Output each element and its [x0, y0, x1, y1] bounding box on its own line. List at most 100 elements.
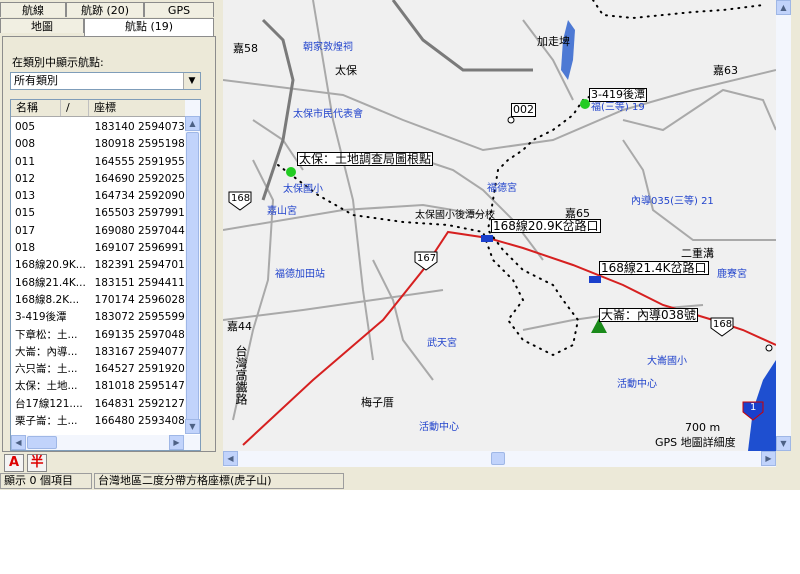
- column-header-name[interactable]: 名稱: [11, 100, 61, 116]
- list-item[interactable]: 015 165503 2597991: [11, 205, 187, 222]
- list-item[interactable]: 168線8.2K... 170174 2596028: [11, 292, 187, 309]
- waypoint-name: 168線21.4K...: [15, 276, 86, 289]
- waypoint-point[interactable]: [765, 344, 773, 352]
- waypoint-name: 013: [15, 190, 36, 203]
- waypoint-label[interactable]: 168線20.9K岔路口: [491, 219, 601, 233]
- waypoint-list[interactable]: 名稱 / 座標 005 183140 2594073 008 180918 25951…: [10, 99, 201, 451]
- left-panel: 航線 航跡 (20) GPS 地圖 航點 (19) 在類別中顯示航點: 所有類別…: [0, 0, 218, 472]
- map-horizontal-scrollbar[interactable]: ◀ ▶: [223, 451, 776, 467]
- waypoint-label[interactable]: 002: [511, 103, 536, 117]
- list-item[interactable]: 018 169107 2596991: [11, 240, 187, 257]
- tab-gps[interactable]: GPS: [144, 2, 214, 17]
- list-item[interactable]: 台17線121.... 164831 2592127: [11, 396, 187, 413]
- waypoint-name: 3-419後潭: [15, 311, 67, 324]
- poi-label: 太保市民代表會: [293, 109, 363, 120]
- list-item[interactable]: 008 180918 2595198: [11, 136, 187, 153]
- list-item[interactable]: 017 169080 2597044: [11, 223, 187, 240]
- status-item-count: 顯示 0 個項目: [0, 473, 92, 489]
- waypoint-name: 台17線121....: [15, 397, 83, 410]
- sort-indicator[interactable]: /: [61, 100, 89, 116]
- waypoint-marker-blue[interactable]: [481, 235, 493, 242]
- scroll-right-icon[interactable]: ▶: [761, 451, 776, 466]
- status-bar: 顯示 0 個項目 台灣地區二度分帶方格座標(虎子山): [0, 472, 800, 490]
- poi-label: 福德加田站: [275, 269, 325, 280]
- waypoint-coord: 180918 2595198: [94, 138, 185, 151]
- waypoint-name: 大崙：內導...: [15, 345, 78, 358]
- tab-routes[interactable]: 航線: [0, 2, 66, 17]
- scroll-up-icon[interactable]: ▲: [185, 116, 200, 131]
- place-label: 二重溝: [681, 247, 714, 260]
- category-select-value: 所有類別: [14, 74, 58, 87]
- map-detail-text: GPS 地圖詳細度: [655, 436, 736, 449]
- list-vertical-scrollbar[interactable]: ▲ ▼: [185, 100, 200, 434]
- waypoint-point[interactable]: [507, 116, 515, 124]
- panel-button-bar: A 半: [0, 452, 218, 472]
- waypoint-label[interactable]: 太保：土地調查局圖根點: [297, 152, 434, 166]
- scroll-thumb[interactable]: [186, 132, 199, 432]
- tab-waypoints[interactable]: 航點 (19): [84, 18, 214, 36]
- waypoint-coord: 183151 2594411: [94, 276, 185, 289]
- poi-label: 太保國小: [283, 184, 323, 195]
- map-vertical-scrollbar[interactable]: ▲ ▼: [776, 0, 791, 451]
- tab-row-top: 航線 航跡 (20) GPS: [0, 2, 214, 18]
- map-hscroll-thumb[interactable]: [491, 452, 505, 465]
- list-item[interactable]: 013 164734 2592090: [11, 188, 187, 205]
- waypoint-label[interactable]: 大崙：內導038號: [599, 308, 698, 322]
- list-item[interactable]: 012 164690 2592025: [11, 171, 187, 188]
- list-header: 名稱 / 座標: [11, 100, 187, 117]
- waypoint-name: 011: [15, 155, 36, 168]
- list-item[interactable]: 005 183140 2594073: [11, 119, 187, 136]
- half-width-button[interactable]: 半: [27, 454, 47, 472]
- category-select[interactable]: 所有類別 ▼: [10, 72, 201, 90]
- waypoint-label[interactable]: 168線21.4K岔路口: [599, 261, 709, 275]
- font-a-button[interactable]: A: [4, 454, 24, 472]
- list-item[interactable]: 168線21.4K... 183151 2594411: [11, 275, 187, 292]
- waypoint-marker-green[interactable]: [286, 167, 296, 177]
- column-header-coord[interactable]: 座標: [89, 100, 187, 116]
- list-horizontal-scrollbar[interactable]: ◀ ▶: [11, 435, 200, 450]
- road-label-vertical: 台灣高鐵路: [234, 345, 248, 405]
- tab-map[interactable]: 地圖: [0, 18, 84, 33]
- waypoint-name: 015: [15, 207, 36, 220]
- scale-text: 700 m: [685, 421, 721, 434]
- scroll-right-icon[interactable]: ▶: [169, 435, 184, 450]
- scroll-up-icon[interactable]: ▲: [776, 0, 791, 15]
- hscroll-thumb[interactable]: [27, 436, 57, 449]
- scroll-left-icon[interactable]: ◀: [11, 435, 26, 450]
- list-item[interactable]: 3-419後潭 183072 2595599: [11, 309, 187, 326]
- waypoint-label[interactable]: 3-419後潭: [589, 88, 647, 102]
- waypoint-name: 168線20.9K...: [15, 259, 86, 272]
- waypoint-name: 168線8.2K...: [15, 293, 80, 306]
- waypoint-coord: 164690 2592025: [94, 172, 185, 185]
- list-item[interactable]: 大崙：內導... 183167 2594077: [11, 344, 187, 361]
- road-label: 嘉58: [233, 42, 258, 55]
- poi-label: 活動中心: [617, 379, 657, 390]
- shield-label: 168: [713, 319, 733, 330]
- list-item[interactable]: 太保：土地... 181018 2595147: [11, 378, 187, 395]
- list-item[interactable]: 011 164555 2591955: [11, 154, 187, 171]
- waypoint-coord: 166480 2593408: [94, 415, 185, 428]
- tab-tracks[interactable]: 航跡 (20): [66, 2, 144, 17]
- track-line-north: [592, 0, 764, 20]
- road-label: 嘉63: [713, 64, 738, 77]
- scroll-down-icon[interactable]: ▼: [776, 436, 791, 451]
- shield-label: 1: [750, 402, 757, 413]
- list-item[interactable]: 栗子崙：土... 166480 2593408: [11, 413, 187, 430]
- pond: [561, 20, 575, 80]
- scroll-down-icon[interactable]: ▼: [185, 419, 200, 434]
- list-item[interactable]: 下章松：土... 169135 2597048: [11, 327, 187, 344]
- list-item[interactable]: 六只崙：土... 164527 2591920: [11, 361, 187, 378]
- waypoint-coord: 183072 2595599: [94, 311, 185, 324]
- poi-label: 太保國小後潭分校: [415, 210, 495, 221]
- road-label: 嘉44: [227, 320, 252, 333]
- waypoint-name: 017: [15, 224, 36, 237]
- scroll-left-icon[interactable]: ◀: [223, 451, 238, 466]
- poi-label: 鹿寮宮: [717, 269, 747, 280]
- list-item[interactable]: 168線20.9K... 182391 2594701: [11, 257, 187, 274]
- waypoint-coord: 183167 2594077: [94, 345, 185, 358]
- waypoint-marker-blue[interactable]: [589, 276, 601, 283]
- waypoint-coord: 170174 2596028: [94, 293, 185, 306]
- major-roads: [261, 0, 533, 201]
- chevron-down-icon[interactable]: ▼: [183, 73, 200, 89]
- map-view[interactable]: 168 167 168 1 太保 加走埤 二重溝 梅子厝 嘉58 嘉44 嘉65…: [223, 0, 776, 451]
